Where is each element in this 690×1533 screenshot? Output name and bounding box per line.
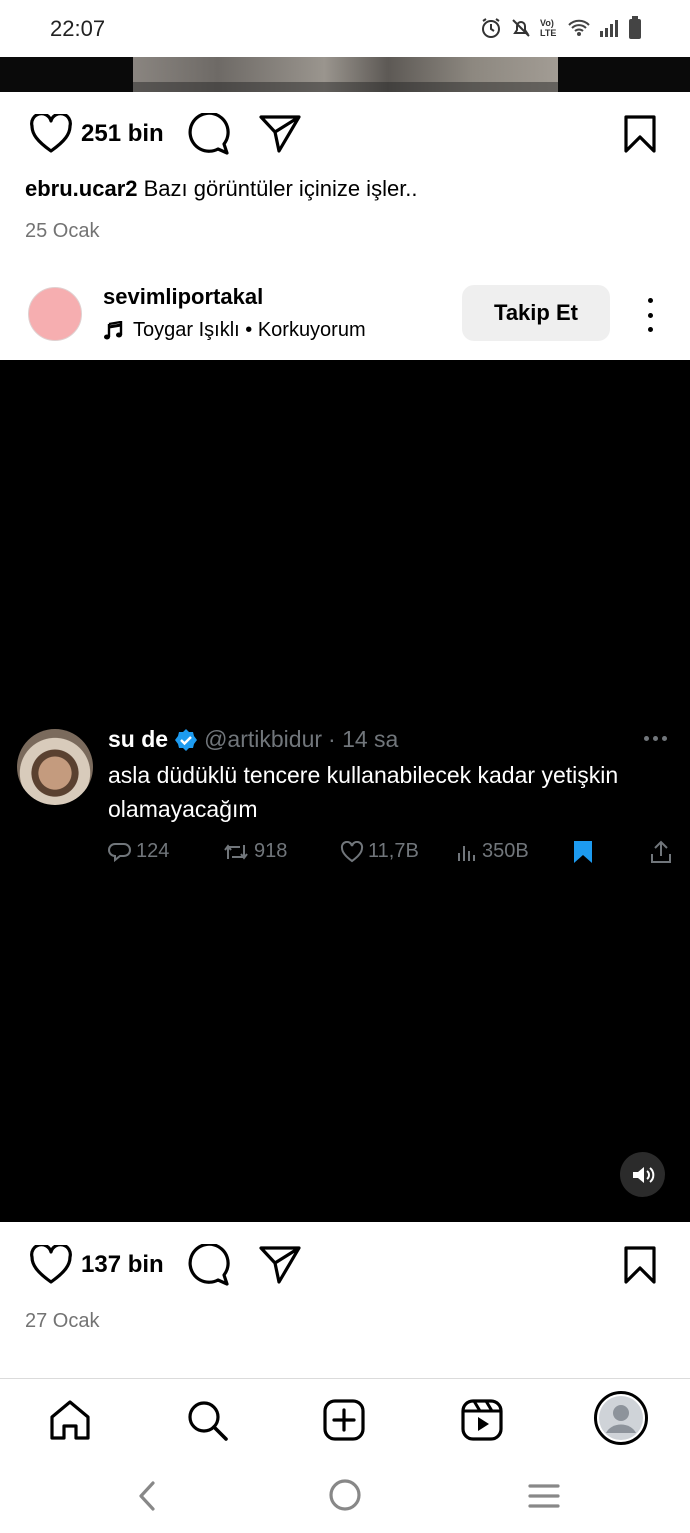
tweet-replies: 124 [108,840,169,863]
tweet-time: · 14 sa [328,726,399,752]
replies-count: 124 [136,840,170,862]
comment-icon[interactable] [186,113,230,155]
back-icon[interactable] [136,1480,158,1512]
bookmark-icon[interactable] [622,114,658,154]
sound-toggle-button[interactable] [620,1152,665,1197]
home-circle-icon[interactable] [328,1478,362,1512]
profile-icon[interactable] [594,1391,648,1445]
post2-likes[interactable]: 137 bin [81,1251,164,1279]
status-time: 22:07 [50,16,106,41]
create-icon[interactable] [322,1399,366,1441]
views-count: 350B [482,840,529,862]
tweet-avatar [17,729,93,805]
verified-badge-icon [175,728,198,751]
retweet-icon [224,843,248,860]
tweet-views: 350B [456,840,529,863]
alarm-icon [482,18,500,38]
views-icon [458,845,475,861]
profile-avatar-icon [599,1396,643,1440]
tweet-share-icon [651,840,671,863]
tweet-text: asla düdüklü tencere kullanabilecek kada… [108,762,619,822]
retweets-count: 918 [254,840,288,862]
tweet-header: su de @artikbidur · 14 sa [108,726,398,753]
tweet-retweets: 918 [222,840,287,863]
comment-icon[interactable] [186,1244,230,1286]
music-note-icon [104,320,123,339]
tweet-handle: @artikbidur [204,726,323,752]
status-icons: Vo) LTE [480,16,642,40]
tweet-bookmark-icon [574,841,592,863]
speaker-icon [632,1166,654,1183]
recents-icon[interactable] [527,1482,561,1510]
follow-button[interactable]: Takip Et [462,285,610,341]
tweet-likes-count: 11,7B [368,840,419,862]
mute-bell-icon [512,19,530,37]
previous-post-photo [133,57,558,92]
post-username[interactable]: sevimliportakal [103,284,263,310]
caption-username[interactable]: ebru.ucar2 [25,176,138,201]
like-heart-icon[interactable] [29,1245,73,1285]
more-options-icon[interactable] [640,298,660,332]
signal-icon [600,20,618,37]
post1-likes[interactable]: 251 bin [81,120,164,148]
home-icon[interactable] [48,1399,92,1441]
wifi-icon [568,19,590,36]
music-info[interactable]: Toygar Işıklı • Korkuyorum [103,319,366,342]
reply-icon [108,842,131,862]
post1-caption: ebru.ucar2 Bazı görüntüler içinize işler… [25,176,418,202]
music-label: Toygar Işıklı • Korkuyorum [133,319,366,341]
avatar[interactable] [28,287,82,341]
system-nav [0,1458,690,1533]
volte-icon: Vo) LTE [540,18,557,38]
tweet-likes: 11,7B [340,840,419,863]
tweet-name: su de [108,726,169,752]
search-icon[interactable] [185,1399,229,1441]
tweet-heart-icon [340,840,364,862]
battery-icon [629,16,641,39]
bookmark-icon[interactable] [622,1245,658,1285]
post2-date: 27 Ocak [25,1310,100,1332]
like-heart-icon[interactable] [29,114,73,154]
tweet-more-icon [644,736,667,741]
post1-date: 25 Ocak [25,220,100,242]
previous-post-media[interactable] [0,57,690,92]
share-send-icon[interactable] [258,113,302,153]
share-send-icon[interactable] [258,1244,302,1284]
caption-text: Bazı görüntüler içinize işler.. [143,176,418,201]
bottom-nav [0,1378,690,1458]
reels-icon[interactable] [460,1399,504,1441]
